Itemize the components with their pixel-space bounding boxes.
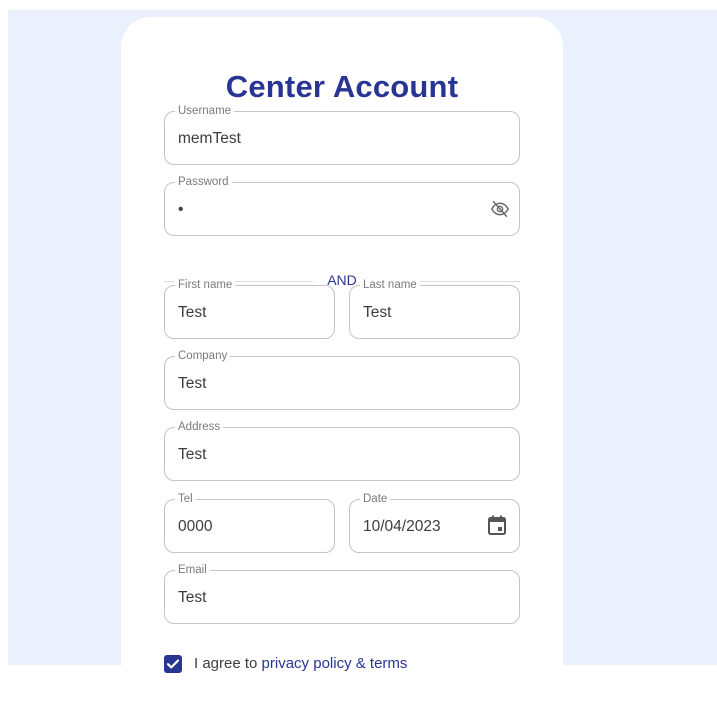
check-icon [166, 659, 180, 669]
company-label: Company [175, 349, 231, 363]
privacy-terms-link[interactable]: privacy policy & terms [262, 655, 408, 672]
last-name-field[interactable]: Last name Test [349, 278, 520, 339]
address-label: Address [175, 420, 224, 434]
username-field[interactable]: Username memTest [164, 104, 520, 165]
username-value: memTest [178, 130, 241, 147]
last-name-value: Test [363, 304, 392, 321]
agree-checkbox[interactable] [164, 655, 182, 673]
agree-text: I agree to privacy policy & terms [194, 655, 407, 672]
company-field[interactable]: Company Test [164, 349, 520, 410]
first-name-value: Test [178, 304, 207, 321]
email-field[interactable]: Email Test [164, 563, 520, 624]
first-name-label: First name [175, 278, 236, 292]
date-label: Date [360, 492, 391, 506]
first-name-field[interactable]: First name Test [164, 278, 335, 339]
password-label: Password [175, 175, 232, 189]
tel-field[interactable]: Tel 0000 [164, 492, 335, 553]
password-value: • [178, 201, 184, 218]
email-label: Email [175, 563, 210, 577]
date-value: 10/04/2023 [363, 518, 441, 535]
username-label: Username [175, 104, 235, 118]
page-title: Center Account [225, 69, 459, 104]
tel-label: Tel [175, 492, 196, 506]
agree-prefix: I agree to [194, 655, 262, 672]
password-field[interactable]: Password • [164, 175, 520, 236]
eye-off-icon[interactable] [490, 200, 510, 223]
calendar-icon[interactable] [488, 515, 506, 540]
address-value: Test [178, 446, 207, 463]
company-value: Test [178, 375, 207, 392]
email-value: Test [178, 589, 207, 606]
date-field[interactable]: Date 10/04/2023 [349, 492, 520, 553]
tel-value: 0000 [178, 518, 213, 535]
last-name-label: Last name [360, 278, 420, 292]
address-field[interactable]: Address Test [164, 420, 520, 481]
register-card: Center Account Username memTest Password… [121, 17, 563, 717]
